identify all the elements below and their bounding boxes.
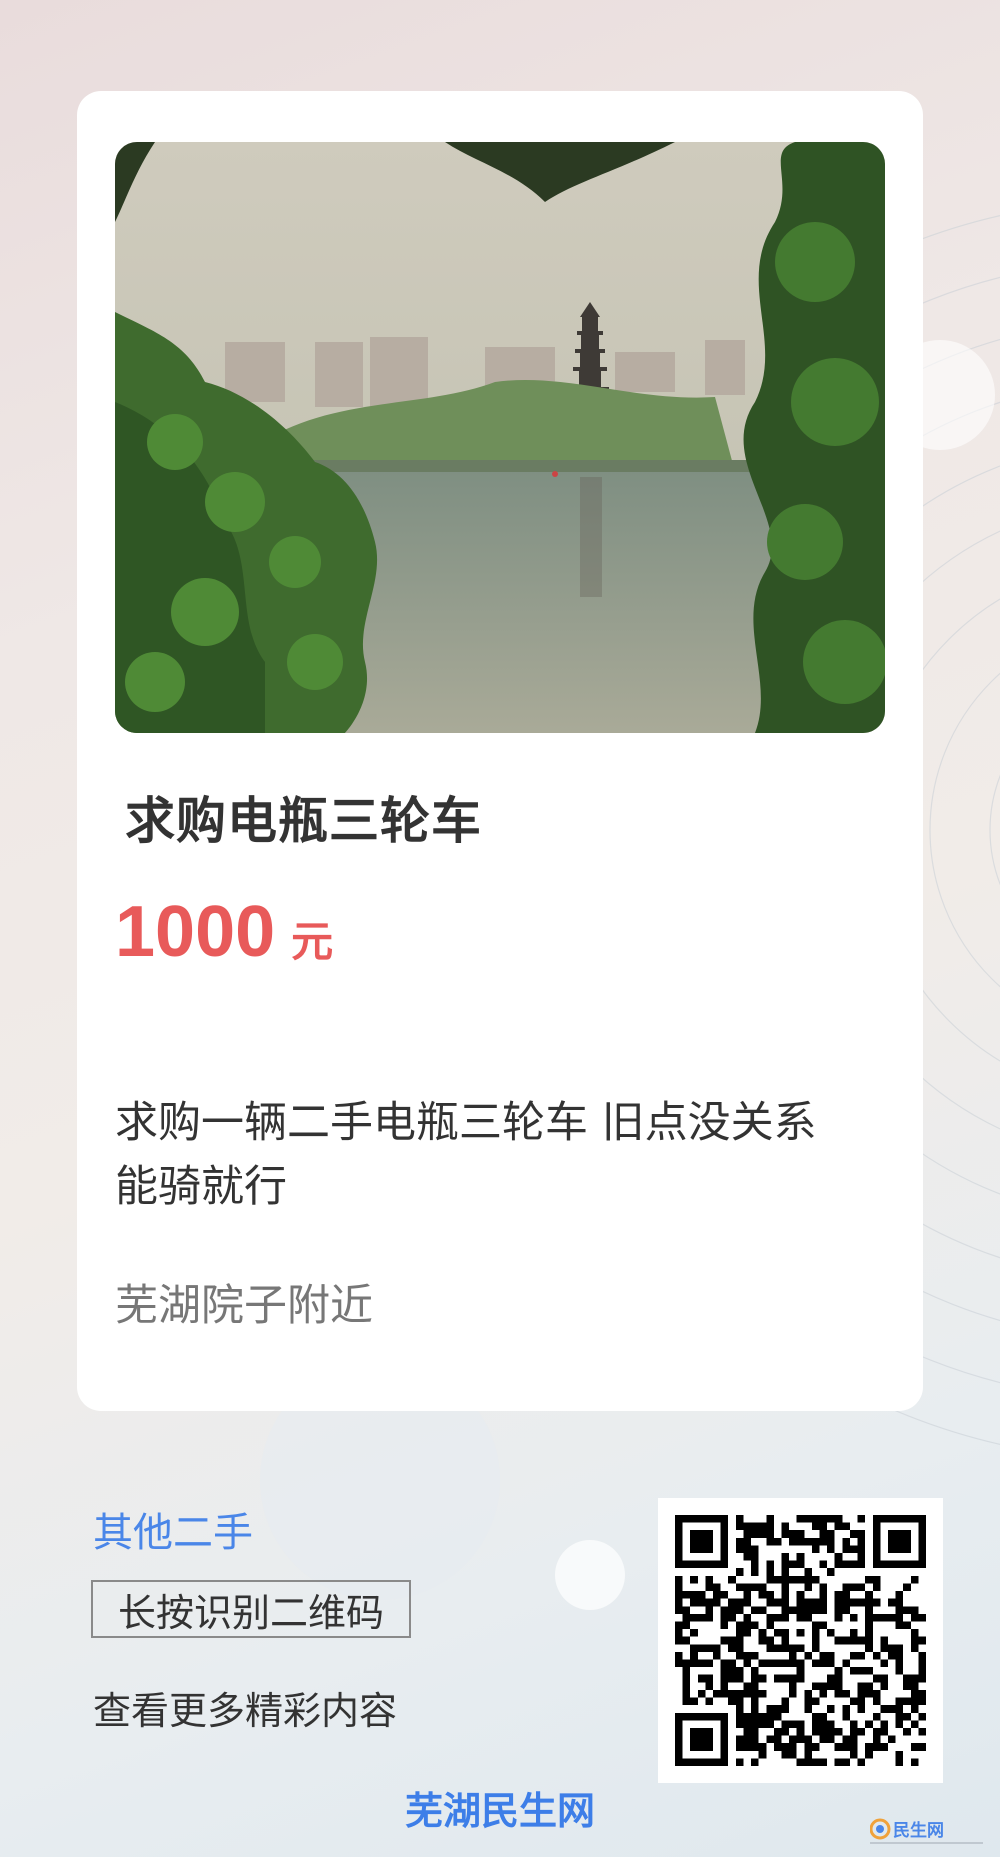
post-title: 求购电瓶三轮车 [125, 792, 482, 850]
qr-code[interactable] [658, 1498, 943, 1783]
category-link-other-secondhand[interactable]: 其他二手 [93, 1500, 253, 1558]
site-brand: 芜湖民生网 [404, 1789, 595, 1833]
more-content-text: 查看更多精彩内容 [93, 1689, 398, 1733]
watermark-logo-text: 民生网 [893, 1820, 944, 1841]
price-unit: 元 [291, 917, 334, 966]
post-location: 芜湖院子附近 [115, 1281, 373, 1331]
qr-code-icon [675, 1515, 926, 1766]
minsheng-logo-icon: 民生网 [870, 1818, 983, 1844]
post-card: 求购电瓶三轮车 1000 元 求购一辆二手电瓶三轮车 旧点没关系 能骑就行 芜湖院… [77, 91, 923, 1411]
price: 1000 元 [115, 891, 333, 973]
post-photo [115, 142, 885, 733]
post-description: 求购一辆二手电瓶三轮车 旧点没关系 能骑就行 [115, 1098, 817, 1212]
price-value: 1000 [115, 892, 276, 972]
scan-qr-hint: 长按识别二维码 [91, 1580, 411, 1638]
